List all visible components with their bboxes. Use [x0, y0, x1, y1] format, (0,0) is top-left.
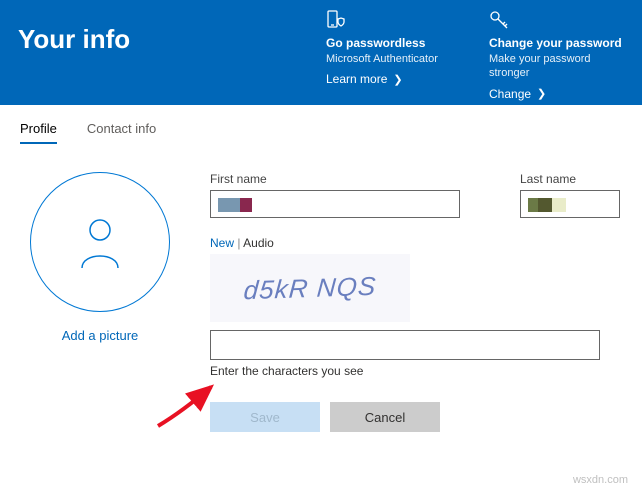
- passwordless-sub: Microsoft Authenticator: [326, 52, 461, 66]
- last-name-input[interactable]: [520, 190, 620, 218]
- card-passwordless: Go passwordless Microsoft Authenticator …: [326, 10, 461, 105]
- first-name-label: First name: [210, 172, 460, 186]
- save-button[interactable]: Save: [210, 402, 320, 432]
- passwordless-link-label: Learn more: [326, 72, 387, 86]
- redacted-value: [218, 198, 455, 212]
- person-icon: [76, 214, 124, 270]
- captcha-controls: New | Audio: [210, 236, 622, 250]
- header: Your info Go passwordless Microsoft Auth…: [0, 0, 642, 105]
- captcha-text: d5kR NQS: [243, 273, 377, 304]
- page-title: Your info: [18, 10, 326, 105]
- card-change-password: Change your password Make your password …: [489, 10, 624, 105]
- changepw-sub: Make your password stronger: [489, 52, 624, 81]
- passwordless-link[interactable]: Learn more ❯: [326, 72, 403, 86]
- tabs: Profile Contact info: [0, 105, 642, 152]
- watermark: wsxdn.com: [573, 474, 628, 486]
- captcha-instruction: Enter the characters you see: [210, 364, 622, 378]
- captcha-new-link[interactable]: New: [210, 236, 234, 250]
- avatar-placeholder[interactable]: [30, 172, 170, 312]
- changepw-link-label: Change: [489, 87, 531, 101]
- last-name-label: Last name: [520, 172, 620, 186]
- tab-profile[interactable]: Profile: [20, 121, 57, 144]
- key-icon: [489, 10, 624, 30]
- captcha-image: d5kR NQS: [210, 254, 410, 322]
- changepw-title: Change your password: [489, 36, 624, 50]
- add-picture-link[interactable]: Add a picture: [20, 328, 180, 343]
- captcha-input[interactable]: [210, 330, 600, 360]
- chevron-right-icon: ❯: [393, 73, 402, 86]
- phone-shield-icon: [326, 10, 461, 30]
- captcha-audio-link[interactable]: Audio: [243, 236, 274, 250]
- first-name-input[interactable]: [210, 190, 460, 218]
- redacted-value: [528, 198, 615, 212]
- changepw-link[interactable]: Change ❯: [489, 87, 546, 101]
- chevron-right-icon: ❯: [537, 87, 546, 100]
- passwordless-title: Go passwordless: [326, 36, 461, 50]
- cancel-button[interactable]: Cancel: [330, 402, 440, 432]
- tab-contact-info[interactable]: Contact info: [87, 121, 156, 144]
